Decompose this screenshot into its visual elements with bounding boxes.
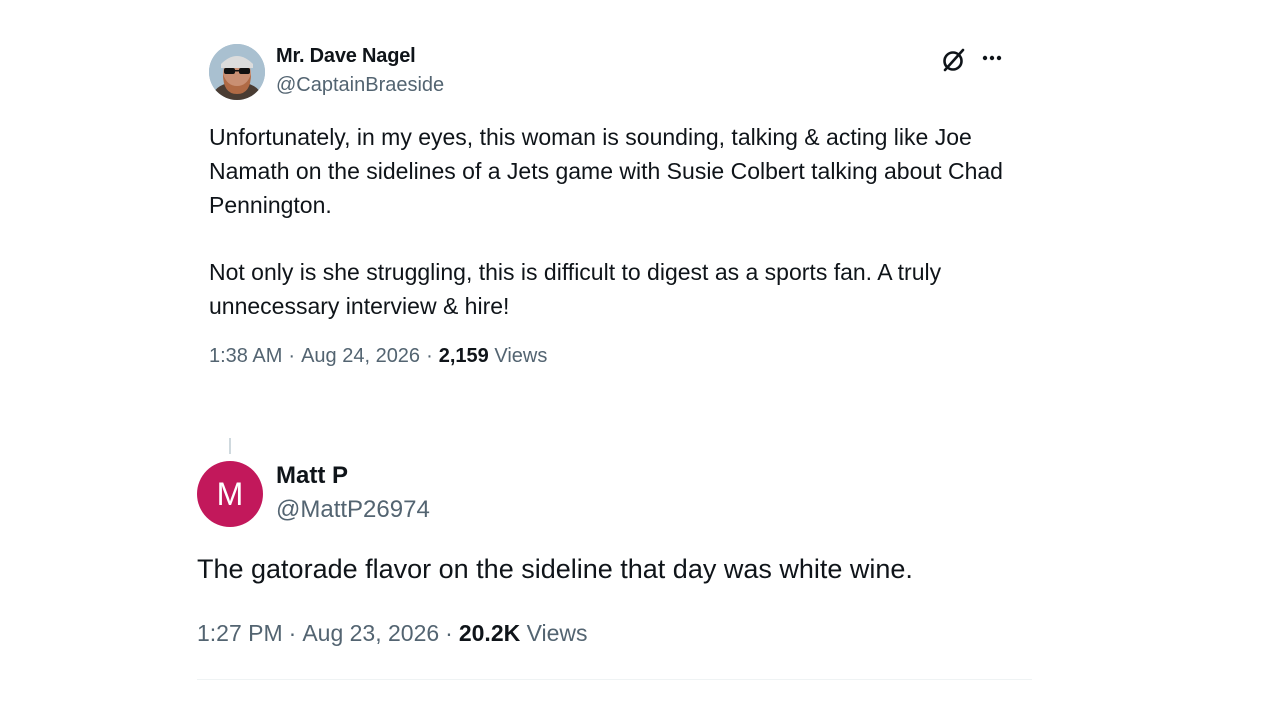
views-label: Views [526,620,588,646]
tweet-text: The gatorade flavor on the sideline that… [197,554,913,584]
tweet-card-1: Mr. Dave Nagel @CaptainBraeside Unfortun… [0,0,1280,400]
grok-icon[interactable] [941,47,967,73]
tweet-date[interactable]: Aug 23, 2026 [302,620,439,646]
author-name[interactable]: Mr. Dave Nagel [276,45,416,68]
author-name[interactable]: Matt P [276,462,348,490]
views-count: 20.2K [458,620,521,646]
separator: · [288,345,296,367]
avatar[interactable]: M [197,461,263,527]
tweet-paragraph: Unfortunately, in my eyes, this woman is… [209,124,1003,218]
tweet-meta: 1:27 PM · Aug 23, 2026 · 20.2K Views [197,620,588,647]
views-count: 2,159 [438,345,489,367]
author-handle[interactable]: @MattP26974 [276,496,430,524]
more-icon[interactable] [980,47,1006,69]
tweet-text: Unfortunately, in my eyes, this woman is… [209,120,1029,323]
separator: · [445,620,453,646]
divider [197,679,1032,680]
tweet-paragraph: Not only is she struggling, this is diff… [209,259,942,319]
avatar[interactable] [209,44,265,100]
author-handle[interactable]: @CaptainBraeside [276,74,444,97]
tweet-time[interactable]: 1:27 PM [197,620,283,646]
tweet-time[interactable]: 1:38 AM [209,345,282,367]
separator: · [426,345,433,367]
thread-line [229,438,231,454]
separator: · [288,620,297,646]
views-label: Views [494,345,548,367]
tweet-meta: 1:38 AM · Aug 24, 2026 · 2,159 Views [209,345,547,368]
tweet-date[interactable]: Aug 24, 2026 [301,345,420,367]
